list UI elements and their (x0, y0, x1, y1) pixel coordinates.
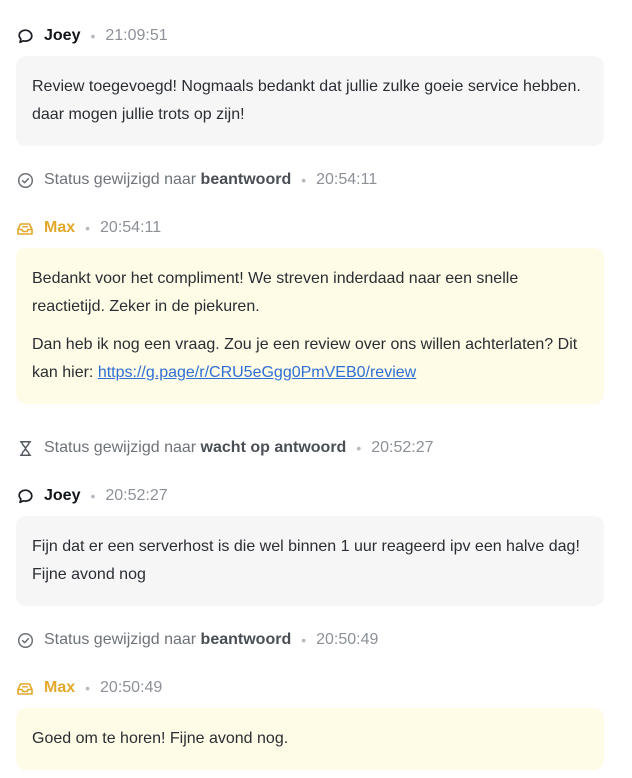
status-prefix: Status gewijzigd naar (44, 439, 197, 456)
separator-dot: • (90, 488, 96, 504)
check-circle-icon (16, 631, 34, 649)
check-circle-icon (16, 171, 34, 189)
message-author: Max (44, 679, 76, 696)
message-time: 20:54:11 (100, 219, 162, 236)
status-time: 20:52:27 (371, 439, 434, 456)
message-time: 20:50:49 (100, 679, 163, 696)
separator-dot: • (85, 220, 91, 236)
status-change-row: Status gewijzigd naar beantwoord • 20:50… (16, 628, 378, 652)
message-header: Max • 20:54:11 (16, 216, 161, 240)
status-value: wacht op antwoord (200, 439, 347, 456)
agent-tray-icon (16, 679, 34, 697)
status-time: 20:54:11 (316, 171, 378, 188)
message-text: Review toegevoegd! Nogmaals bedankt dat … (32, 78, 581, 123)
message-time: 20:52:27 (105, 487, 168, 504)
status-change-row: Status gewijzigd naar wacht op antwoord … (16, 436, 434, 460)
agent-tray-icon (16, 219, 34, 237)
review-link[interactable]: https://g.page/r/CRU5eGgg0PmVEB0/review (98, 364, 416, 381)
message-header: Joey • 20:52:27 (16, 484, 168, 508)
separator-dot: • (301, 632, 307, 648)
message-bubble: Review toegevoegd! Nogmaals bedankt dat … (16, 56, 604, 146)
status-prefix: Status gewijzigd naar (44, 171, 197, 188)
speech-bubble-icon (16, 487, 34, 505)
message-text: Fijn dat er een serverhost is die wel bi… (32, 538, 580, 583)
status-value: beantwoord (200, 631, 292, 648)
separator-dot: • (301, 172, 307, 188)
status-value: beantwoord (200, 171, 292, 188)
message-bubble: Goed om te horen! Fijne avond nog. (16, 708, 604, 770)
message-author: Max (44, 219, 76, 236)
status-change-row: Status gewijzigd naar beantwoord • 20:54… (16, 168, 377, 192)
status-time: 20:50:49 (316, 631, 379, 648)
message-text: Bedankt voor het compliment! We streven … (32, 270, 519, 315)
speech-bubble-icon (16, 27, 34, 45)
status-prefix: Status gewijzigd naar (44, 631, 197, 648)
message-header: Max • 20:50:49 (16, 676, 162, 700)
separator-dot: • (90, 28, 96, 44)
message-bubble: Fijn dat er een serverhost is die wel bi… (16, 516, 604, 606)
message-text: Dan heb ik nog een vraag. Zou je een rev… (32, 331, 588, 387)
status-text: Status gewijzigd naar beantwoord (44, 631, 291, 649)
separator-dot: • (85, 680, 91, 696)
status-text: Status gewijzigd naar wacht op antwoord (44, 439, 346, 457)
message-text: Goed om te horen! Fijne avond nog. (32, 730, 289, 747)
message-time: 21:09:51 (105, 27, 168, 44)
message-author: Joey (44, 487, 81, 504)
separator-dot: • (356, 440, 362, 456)
status-text: Status gewijzigd naar beantwoord (44, 171, 291, 189)
message-author: Joey (44, 27, 81, 44)
message-header: Joey • 21:09:51 (16, 24, 168, 48)
message-bubble: Bedankt voor het compliment! We streven … (16, 248, 604, 404)
hourglass-icon (16, 439, 34, 457)
